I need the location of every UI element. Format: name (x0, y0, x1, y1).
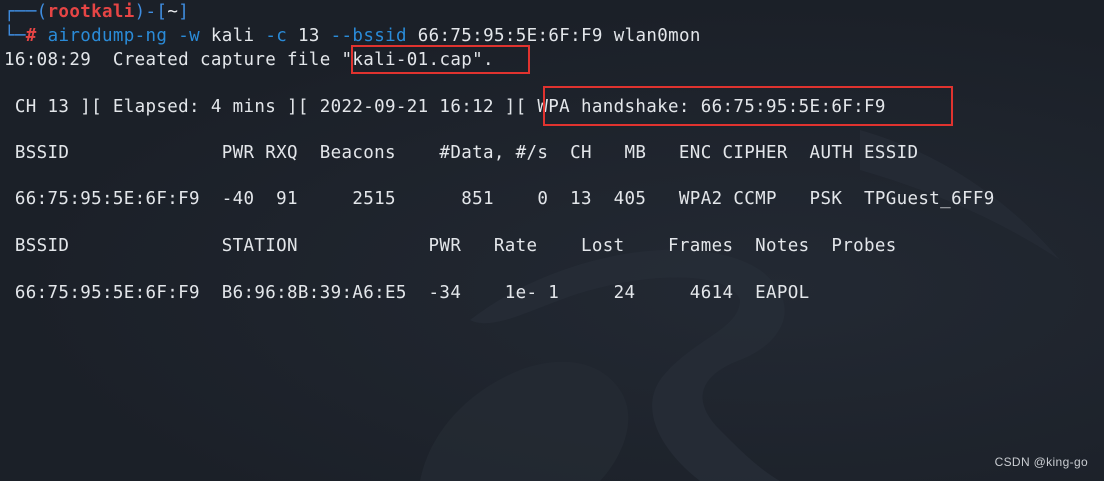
command-arg-bssid: 66:75:95:5E:6F:F9 (417, 26, 603, 46)
status-elapsed: CH 13 ][ Elapsed: 4 mins ][ 2022-09-21 1… (4, 97, 516, 117)
station-table-row: 66:75:95:5E:6F:F9 B6:96:8B:39:A6:E5 -34 … (4, 282, 810, 304)
ap-header-text: BSSID PWR RXQ Beacons #Data, #/s CH MB E… (4, 143, 919, 163)
prompt-corner-bottom: └─ (4, 26, 26, 46)
station-table-header: BSSID STATION PWR Rate Lost Frames Notes… (4, 235, 897, 257)
prompt-separator: )-[ (134, 2, 168, 22)
prompt-path: ~ (167, 2, 179, 22)
prompt-user: rootkali (47, 2, 135, 22)
command-arg-w: kali (210, 26, 255, 46)
handshake-highlight-box (543, 86, 953, 126)
prompt-line-top: ┌──(rootkali)-[~] (4, 1, 189, 23)
command-flag-bssid: --bssid (330, 26, 407, 46)
command-arg-c: 13 (297, 26, 320, 46)
csdn-watermark: CSDN @king-go (994, 455, 1088, 469)
command-flag-c: -c (265, 26, 288, 46)
station-row-text: 66:75:95:5E:6F:F9 B6:96:8B:39:A6:E5 -34 … (4, 283, 810, 303)
prompt-corner-top: ┌──( (4, 2, 48, 22)
ap-table-row: 66:75:95:5E:6F:F9 -40 91 2515 851 0 13 4… (4, 188, 995, 210)
prompt-path-end: ] (178, 2, 190, 22)
ap-table-header: BSSID PWR RXQ Beacons #Data, #/s CH MB E… (4, 142, 918, 164)
capture-created-text: 16:08:29 Created capture file (4, 50, 342, 70)
terminal-window[interactable]: ┌──(rootkali)-[~] └─# airodump-ng -w kal… (0, 0, 1104, 481)
prompt-symbol: # (25, 26, 37, 46)
command-flag-w: -w (178, 26, 200, 46)
capture-file-highlight-box (351, 45, 530, 74)
command-interface: wlan0mon (613, 26, 701, 46)
command-program: airodump-ng (47, 26, 168, 46)
station-header-text: BSSID STATION PWR Rate Lost Frames Notes… (4, 236, 897, 256)
ap-row-text: 66:75:95:5E:6F:F9 -40 91 2515 851 0 13 4… (4, 189, 995, 209)
command-line[interactable]: └─# airodump-ng -w kali -c 13 --bssid 66… (4, 25, 701, 47)
